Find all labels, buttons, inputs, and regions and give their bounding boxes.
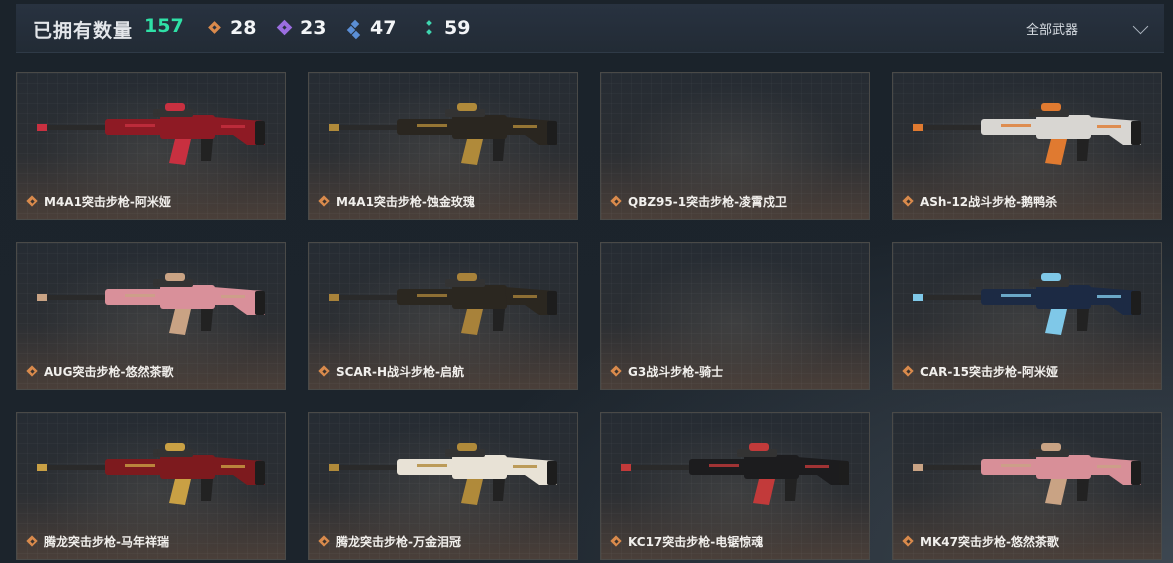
weapon-name: CAR-15突击步枪-阿米娅: [920, 365, 1058, 379]
weapon-card[interactable]: M4A1突击步枪-阿米娅: [16, 72, 286, 220]
weapon-card[interactable]: KC17突击步枪-电锯惊魂: [600, 412, 870, 560]
weapon-card[interactable]: ASh-12战斗步枪-鹅鸭杀: [892, 72, 1162, 220]
weapon-image: [913, 273, 1141, 335]
orange-quality-icon: [319, 366, 331, 378]
stat-blue: 47: [348, 16, 396, 40]
weapon-card[interactable]: MK47突击步枪-悠然茶歌: [892, 412, 1162, 560]
weapon-name: QBZ95-1突击步枪-凌霄戍卫: [628, 195, 788, 209]
weapon-filter-dropdown[interactable]: 全部武器: [1014, 4, 1164, 52]
weapon-image: [621, 443, 849, 505]
weapon-filter-label: 全部武器: [1026, 22, 1079, 38]
weapon-card[interactable]: M4A1突击步枪-蚀金玫瑰: [308, 72, 578, 220]
blue-quality-icon: [348, 21, 362, 35]
weapon-card[interactable]: SCAR-H战斗步枪-启航: [308, 242, 578, 390]
orange-quality-icon: [903, 366, 915, 378]
weapon-name: M4A1突击步枪-蚀金玫瑰: [336, 195, 475, 209]
chevron-down-icon: [1132, 18, 1149, 35]
weapon-image: [329, 103, 557, 165]
orange-quality-icon: [319, 536, 331, 548]
orange-quality-icon: [611, 196, 623, 208]
weapon-name: MK47突击步枪-悠然茶歌: [920, 535, 1059, 549]
weapon-name: KC17突击步枪-电锯惊魂: [628, 535, 764, 549]
weapon-name: AUG突击步枪-悠然茶歌: [44, 365, 174, 379]
orange-quality-icon: [903, 196, 915, 208]
orange-quality-icon: [903, 536, 915, 548]
weapon-image: [37, 273, 265, 335]
weapon-name: SCAR-H战斗步枪-启航: [336, 365, 464, 379]
orange-quality-icon: [611, 366, 623, 378]
weapon-image: [913, 103, 1141, 165]
orange-quality-icon: [27, 196, 39, 208]
weapon-card[interactable]: G3战斗步枪-骑士: [600, 242, 870, 390]
weapon-image: [619, 265, 855, 345]
weapon-card[interactable]: QBZ95-1突击步枪-凌霄戍卫: [600, 72, 870, 220]
weapon-card[interactable]: 腾龙突击步枪-万金泪冠: [308, 412, 578, 560]
stat-purple-count: 23: [300, 17, 327, 39]
weapon-image: [329, 273, 557, 335]
stat-orange: 28: [208, 16, 256, 40]
green-quality-icon: [422, 21, 436, 35]
weapon-name: M4A1突击步枪-阿米娅: [44, 195, 171, 209]
stat-green-count: 59: [444, 17, 471, 39]
weapon-name: G3战斗步枪-骑士: [628, 365, 724, 379]
weapon-name: ASh-12战斗步枪-鹅鸭杀: [920, 195, 1058, 209]
stat-blue-count: 47: [370, 17, 397, 39]
weapon-image: [913, 443, 1141, 505]
weapon-name: 腾龙突击步枪-马年祥瑞: [44, 535, 169, 549]
weapon-card[interactable]: AUG突击步枪-悠然茶歌: [16, 242, 286, 390]
weapon-image: [619, 95, 855, 175]
stat-orange-count: 28: [230, 17, 257, 39]
purple-quality-icon: [278, 21, 292, 35]
header-bar: 已拥有数量 157 28 23 47 59 全部武器: [16, 4, 1164, 53]
owned-count-total: 157: [144, 15, 184, 37]
orange-quality-icon: [208, 21, 222, 35]
orange-quality-icon: [27, 536, 39, 548]
weapon-name: 腾龙突击步枪-万金泪冠: [336, 535, 461, 549]
orange-quality-icon: [611, 536, 623, 548]
orange-quality-icon: [319, 196, 331, 208]
weapon-image: [37, 443, 265, 505]
weapon-card[interactable]: 腾龙突击步枪-马年祥瑞: [16, 412, 286, 560]
stat-green: 59: [422, 16, 470, 40]
weapon-card[interactable]: CAR-15突击步枪-阿米娅: [892, 242, 1162, 390]
weapon-image: [329, 443, 557, 505]
weapon-image: [37, 103, 265, 165]
owned-count-title: 已拥有数量: [33, 20, 134, 42]
orange-quality-icon: [27, 366, 39, 378]
stat-purple: 23: [278, 16, 326, 40]
